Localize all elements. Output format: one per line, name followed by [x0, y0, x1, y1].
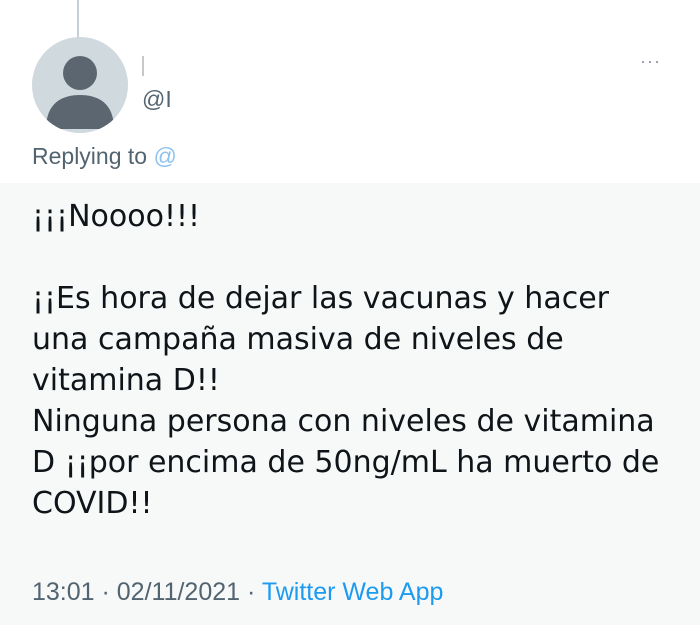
display-name[interactable]	[142, 56, 144, 76]
user-handle[interactable]: @I	[142, 86, 172, 113]
more-horizontal-icon[interactable]: ···	[640, 52, 661, 70]
default-avatar-icon	[46, 56, 114, 129]
thread-connector-line	[77, 0, 79, 38]
separator-dot: ·	[240, 578, 262, 606]
tweet-time[interactable]: 13:01	[32, 578, 95, 606]
replying-to-line: Replying to @	[32, 143, 177, 170]
tweet-date[interactable]: 02/11/2021	[117, 578, 240, 606]
avatar[interactable]	[32, 37, 128, 133]
tweet-source-link[interactable]: Twitter Web App	[262, 578, 444, 606]
replying-to-label: Replying to	[32, 143, 154, 169]
tweet-text: ¡¡¡Noooo!!! ¡¡Es hora de dejar las vacun…	[32, 199, 660, 521]
tweet-metadata: 13:01 · 02/11/2021 · Twitter Web App	[32, 578, 443, 607]
replying-to-handle[interactable]: @	[153, 143, 176, 169]
separator-dot: ·	[94, 578, 117, 606]
